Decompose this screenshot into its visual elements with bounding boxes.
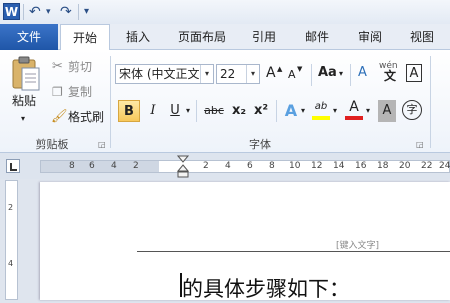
group-separator bbox=[311, 64, 312, 86]
paste-icon[interactable] bbox=[10, 56, 42, 92]
clipboard-launcher-icon[interactable]: ◲ bbox=[98, 136, 106, 154]
ruler-number: 8 bbox=[69, 161, 75, 171]
ruler-number: 2 bbox=[8, 203, 14, 212]
vertical-ruler[interactable]: 2 4 bbox=[5, 180, 18, 300]
ruler-number: 6 bbox=[89, 161, 95, 171]
quick-access-toolbar: W ↶ ▾ ↷ ▾ bbox=[0, 0, 450, 24]
ruler-number: 8 bbox=[269, 161, 275, 171]
enclose-characters-icon[interactable]: 字 bbox=[402, 100, 422, 120]
toolbar-separator bbox=[23, 4, 24, 20]
ruler-number: 24 bbox=[439, 161, 450, 171]
undo-dropdown-icon[interactable]: ▾ bbox=[46, 3, 51, 21]
tab-selector-icon[interactable] bbox=[6, 159, 20, 173]
customize-toolbar-icon[interactable]: ▾ bbox=[84, 3, 89, 21]
subscript-button[interactable]: x₂ bbox=[228, 100, 250, 122]
tab-page-layout[interactable]: 页面布局 bbox=[168, 24, 236, 50]
font-group-label: 字体 bbox=[249, 138, 271, 151]
change-case-icon[interactable]: Aa bbox=[318, 64, 337, 82]
tab-mailings[interactable]: 邮件 bbox=[296, 24, 338, 50]
ruler-number: 16 bbox=[355, 161, 367, 171]
tab-review[interactable]: 审阅 bbox=[348, 24, 392, 50]
header-divider bbox=[137, 251, 450, 252]
highlight-color-swatch bbox=[312, 116, 330, 120]
paste-button[interactable]: 粘贴 bbox=[12, 92, 36, 110]
ruler-number: 2 bbox=[203, 161, 209, 171]
ruler-number: 2 bbox=[133, 161, 139, 171]
ruler-number: 6 bbox=[247, 161, 253, 171]
format-painter-button[interactable]: 格式刷 bbox=[68, 108, 104, 126]
undo-icon[interactable]: ↶ bbox=[29, 3, 41, 21]
font-name-value: 宋体 (中文正文 bbox=[119, 67, 200, 81]
ruler-number: 22 bbox=[421, 161, 433, 171]
ruler-number: 18 bbox=[377, 161, 389, 171]
font-launcher-icon[interactable]: ◲ bbox=[416, 136, 424, 154]
tab-insert[interactable]: 插入 bbox=[116, 24, 160, 50]
tab-references[interactable]: 引用 bbox=[244, 24, 284, 50]
change-case-dropdown-icon[interactable]: ▾ bbox=[339, 65, 343, 83]
font-size-select[interactable]: 22 ▾ bbox=[216, 64, 260, 84]
indent-marker-icon[interactable] bbox=[177, 155, 189, 179]
header-placeholder[interactable]: [键入文字] bbox=[336, 238, 379, 251]
scissors-icon[interactable]: ✂ bbox=[52, 58, 63, 76]
ruler-margin bbox=[41, 161, 159, 172]
cut-button[interactable]: 剪切 bbox=[68, 58, 92, 76]
group-separator bbox=[276, 100, 277, 122]
highlight-dropdown-icon[interactable]: ▾ bbox=[333, 102, 337, 120]
group-separator bbox=[110, 56, 111, 148]
phonetic-guide-label: 文 bbox=[384, 69, 397, 83]
underline-dropdown-icon[interactable]: ▾ bbox=[186, 102, 190, 120]
word-logo-icon[interactable]: W bbox=[3, 3, 20, 20]
font-color-swatch bbox=[345, 116, 363, 120]
redo-icon[interactable]: ↷ bbox=[60, 3, 72, 21]
group-separator bbox=[350, 64, 351, 86]
underline-button[interactable]: U bbox=[164, 100, 186, 122]
superscript-button[interactable]: x² bbox=[250, 100, 272, 122]
ruler-number: 10 bbox=[289, 161, 301, 171]
copy-icon[interactable]: ❐ bbox=[52, 83, 63, 101]
ruler-area: 8 6 4 2 2 4 6 8 10 12 14 16 18 20 22 24 bbox=[0, 153, 450, 179]
text-effects-dropdown-icon[interactable]: ▾ bbox=[301, 102, 305, 120]
document-body-text[interactable]: 的具体步骤如下： bbox=[182, 273, 350, 303]
highlight-icon[interactable]: ab bbox=[310, 96, 332, 118]
format-painter-icon[interactable]: 🖌 bbox=[51, 108, 68, 126]
font-name-dropdown-icon[interactable]: ▾ bbox=[200, 65, 213, 83]
strikethrough-button[interactable]: abc bbox=[200, 100, 228, 122]
ruler-number: 4 bbox=[111, 161, 117, 171]
copy-button[interactable]: 复制 bbox=[68, 83, 92, 101]
tab-home[interactable]: 开始 bbox=[60, 24, 110, 51]
font-size-value: 22 bbox=[220, 67, 236, 81]
grow-font-icon[interactable]: A bbox=[266, 64, 276, 82]
clipboard-group-label: 剪贴板 bbox=[35, 138, 69, 151]
horizontal-ruler[interactable]: 8 6 4 2 2 4 6 8 10 12 14 16 18 20 22 24 bbox=[40, 155, 450, 178]
font-color-icon[interactable]: A bbox=[343, 96, 365, 118]
font-name-select[interactable]: 宋体 (中文正文 ▾ bbox=[115, 64, 214, 84]
toolbar-separator bbox=[78, 4, 79, 20]
ruler-number: 20 bbox=[399, 161, 411, 171]
ruler-number: 12 bbox=[311, 161, 323, 171]
character-shading-icon[interactable]: A bbox=[378, 100, 396, 122]
shrink-font-icon[interactable]: A bbox=[288, 66, 296, 84]
shrink-arrow-icon: ▼ bbox=[297, 65, 303, 73]
group-separator bbox=[196, 100, 197, 122]
ruler-number: 4 bbox=[225, 161, 231, 171]
grow-arrow-icon: ▲ bbox=[277, 65, 283, 73]
font-color-dropdown-icon[interactable]: ▾ bbox=[366, 102, 370, 120]
tab-file[interactable]: 文件 bbox=[0, 24, 58, 50]
paste-dropdown-icon[interactable]: ▾ bbox=[21, 110, 25, 128]
ribbon-tabs: 文件 开始 插入 页面布局 引用 邮件 审阅 视图 bbox=[0, 24, 450, 51]
text-effects-icon[interactable]: A bbox=[280, 100, 302, 122]
document-page[interactable]: [键入文字] 的具体步骤如下： bbox=[40, 182, 450, 303]
ribbon: 粘贴 ▾ ✂ 剪切 ❐ 复制 🖌 格式刷 剪贴板 ◲ 宋体 (中文正文 ▾ 22… bbox=[0, 50, 450, 153]
italic-button[interactable]: I bbox=[142, 100, 164, 122]
tab-view[interactable]: 视图 bbox=[400, 24, 444, 50]
group-separator bbox=[430, 56, 431, 148]
clear-formatting-icon[interactable]: A bbox=[358, 64, 367, 82]
character-border-icon[interactable]: A bbox=[406, 64, 422, 82]
ruler-number: 14 bbox=[333, 161, 345, 171]
font-size-dropdown-icon[interactable]: ▾ bbox=[246, 65, 259, 83]
ruler-number: 4 bbox=[8, 259, 14, 268]
bold-button[interactable]: B bbox=[118, 100, 140, 122]
